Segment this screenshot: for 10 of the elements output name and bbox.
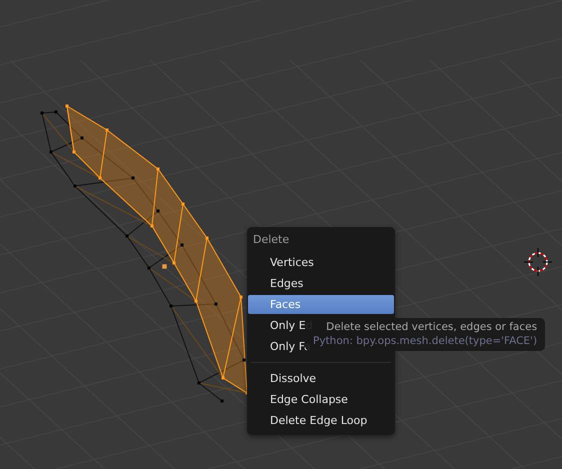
- menu-item[interactable]: Vertices: [248, 253, 394, 272]
- menu-title: Delete: [252, 232, 290, 248]
- menu-item[interactable]: Delete Edge Loop: [248, 411, 394, 430]
- origin-icon: [162, 264, 168, 270]
- tooltip-description: Delete selected vertices, edges or faces: [326, 321, 538, 333]
- 3d-cursor-icon: [524, 248, 552, 276]
- menu-item[interactable]: Dissolve: [248, 369, 394, 388]
- menu-item[interactable]: Edges: [248, 274, 394, 293]
- menu-item[interactable]: Edge Collapse: [248, 390, 394, 409]
- tooltip-python: Python: bpy.ops.mesh.delete(type='FACE'): [313, 335, 538, 347]
